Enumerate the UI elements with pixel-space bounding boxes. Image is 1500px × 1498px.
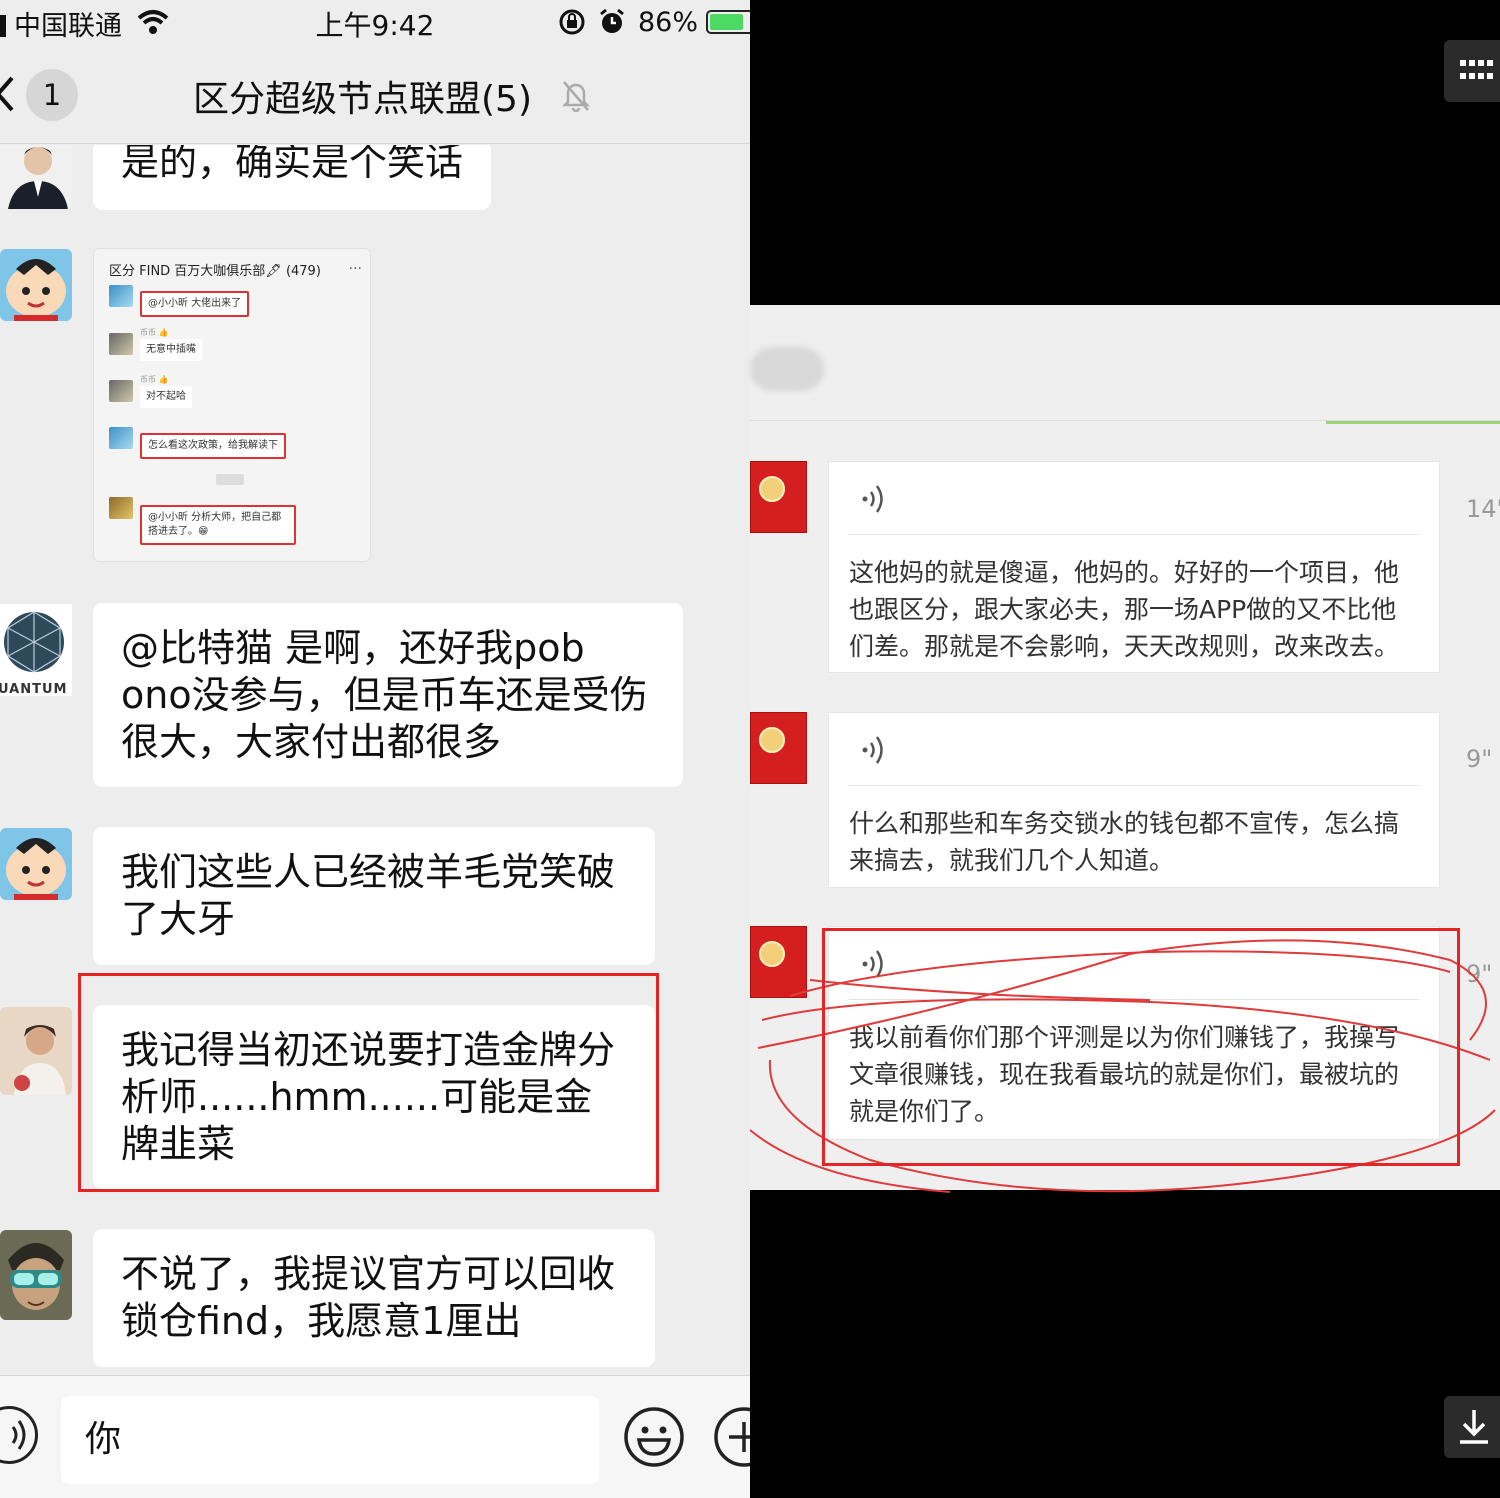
shared-screenshot[interactable]: 区分 FIND 百万大咖俱乐部🖋 (479) ... @小小昕 大佬出来了 币币…: [93, 248, 371, 562]
screenshot-sender: 币币 👍: [140, 375, 169, 384]
red-highlight-box: [78, 973, 659, 1192]
voice-transcript-card: 什么和那些和车务交锁水的钱包都不宣传，怎么搞来搞去，就我们几个人知道。: [828, 712, 1440, 888]
message-text: 我们这些人已经被羊毛党笑破了大牙: [121, 850, 616, 941]
message-bubble[interactable]: 是的，确实是个笑话: [93, 145, 492, 210]
download-icon: [1460, 1410, 1488, 1444]
divider: [849, 534, 1419, 535]
nav-bar: 1 区分超级节点联盟(5): [0, 44, 750, 144]
battery-percent: 86%: [637, 6, 698, 38]
divider: [849, 785, 1419, 786]
plus-icon[interactable]: [713, 1406, 750, 1468]
chat-title: 区分超级节点联盟(5): [193, 79, 532, 120]
voice-wave-icon: [862, 736, 883, 764]
woman-photo-avatar-icon: [0, 1007, 72, 1095]
chat-screen: 中国联通 上午9:42 86% 1 区分超级节点联盟(5) 是的，确实是个笑话 …: [0, 0, 750, 1498]
mute-bell-icon: [561, 81, 591, 112]
emoji-icon[interactable]: [623, 1406, 685, 1468]
screenshot-title: 区分 FIND 百万大咖俱乐部🖋 (479): [109, 264, 321, 279]
screenshot-message: 对不起哈: [140, 386, 192, 408]
avatar[interactable]: [0, 145, 72, 209]
status-bar: 中国联通 上午9:42 86%: [0, 0, 750, 44]
avatar[interactable]: [0, 828, 72, 900]
grid-button[interactable]: [1444, 40, 1500, 102]
screenshot-message: @小小昕 分析大师，把自己都搭进去了。😁: [140, 505, 296, 545]
mini-avatar: [109, 380, 133, 402]
avatar[interactable]: [0, 1007, 72, 1095]
battery-fill: [710, 14, 743, 30]
blurred-name: [750, 347, 824, 391]
alarm-icon: [600, 8, 624, 33]
red-packet-icon: [750, 712, 807, 784]
cartoon-boy-avatar-icon: [0, 249, 72, 321]
image-viewer: 这他妈的就是傻逼，他妈的。好好的一个项目，他也跟区分，跟大家必夫，那一场APP做…: [750, 0, 1500, 1498]
businessman-avatar-icon: [0, 145, 72, 209]
mini-avatar: [109, 497, 133, 519]
more-icon: ...: [348, 257, 362, 273]
screenshot-message: @小小昕 大佬出来了: [140, 291, 250, 317]
download-button[interactable]: [1444, 1396, 1500, 1458]
message-bubble[interactable]: 不说了，我提议官方可以回收锁仓find，我愿意1厘出: [93, 1229, 655, 1367]
progress-line: [1326, 421, 1500, 424]
rotation-lock-icon: [559, 9, 585, 35]
avatar[interactable]: [0, 249, 72, 321]
voice-icon: [11, 1420, 26, 1450]
red-packet-icon: [750, 461, 807, 533]
transcript-text: 这他妈的就是傻逼，他妈的。好好的一个项目，他也跟区分，跟大家必夫，那一场APP做…: [849, 558, 1400, 661]
message-bubble[interactable]: @比特猫 是啊，还好我pob ono没参与，但是币车还是受伤很大，大家付出都很多: [93, 603, 683, 787]
voice-button[interactable]: [0, 1406, 38, 1464]
cartoon-boy-avatar-icon: [0, 828, 72, 900]
mini-avatar: [109, 285, 133, 307]
mini-avatar: [109, 333, 133, 355]
voice-wave-icon: [862, 485, 883, 513]
voice-duration: 14": [1466, 495, 1500, 523]
avatar-label: UANTUM: [0, 682, 68, 696]
mini-avatar: [109, 427, 133, 449]
goggles-guy-avatar-icon: [0, 1230, 72, 1320]
avatar[interactable]: [0, 1230, 72, 1320]
grid-icon: [1460, 60, 1493, 79]
transcript-text: 什么和那些和车务交锁水的钱包都不宣传，怎么搞来搞去，就我们几个人知道。: [849, 809, 1400, 875]
screenshot-message: 怎么看这次政策，给我解读下: [140, 433, 286, 459]
screenshot-message: 无意中插嘴: [140, 339, 202, 361]
message-text: 不说了，我提议官方可以回收锁仓find，我愿意1厘出: [121, 1252, 616, 1343]
voice-transcript-card: 这他妈的就是傻逼，他妈的。好好的一个项目，他也跟区分，跟大家必夫，那一场APP做…: [828, 461, 1440, 673]
message-input[interactable]: 你: [61, 1396, 599, 1484]
red-highlight-box: [822, 928, 1460, 1166]
message-bubble[interactable]: 我们这些人已经被羊毛党笑破了大牙: [93, 827, 655, 965]
voice-duration: 9": [1466, 745, 1493, 773]
back-chevron-icon[interactable]: [0, 74, 16, 114]
battery-icon: [706, 10, 750, 34]
unread-count-badge[interactable]: 1: [26, 69, 78, 121]
screenshot-sender: 币币 👍: [140, 328, 169, 337]
message-text: @比特猫 是啊，还好我pob ono没参与，但是币车还是受伤很大，大家付出都很多: [121, 626, 648, 764]
message-text: 是的，确实是个笑话: [121, 145, 464, 184]
avatar[interactable]: UANTUM: [0, 604, 72, 696]
screenshot-timestamp: [216, 474, 244, 485]
input-bar: 你: [0, 1375, 750, 1498]
